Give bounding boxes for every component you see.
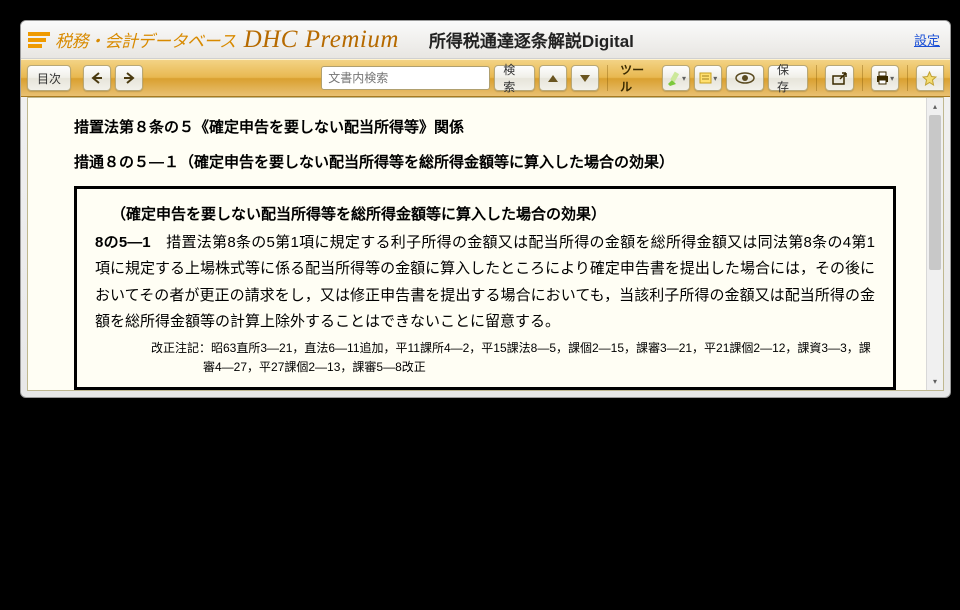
nav-forward-button[interactable]: [115, 65, 143, 91]
revision-note: 改正注記：昭63直所3―21，直法6―11追加，平11課所4―2，平15課法8―…: [175, 339, 875, 377]
article-body: 8の5―1 措置法第8条の5第1項に規定する利子所得の金額又は配当所得の金額を総…: [95, 230, 875, 335]
dropdown-caret-icon: ▾: [713, 74, 717, 83]
scroll-down-button[interactable]: ▾: [927, 373, 943, 390]
note-button[interactable]: ▾: [694, 65, 722, 91]
export-button[interactable]: [825, 65, 853, 91]
section-heading: 措置法第８条の５《確定申告を要しない配当所得等》関係: [74, 116, 896, 137]
view-mode-button[interactable]: [726, 65, 764, 91]
toolbar: 目次 検索 ツール ▾ ▾ 保存: [21, 59, 950, 97]
toc-button[interactable]: 目次: [27, 65, 71, 91]
toolbar-separator: [816, 65, 817, 91]
title-bar: 税務・会計データベース DHC Premium 所得税通達逐条解説Digital…: [21, 21, 950, 59]
app-window: 税務・会計データベース DHC Premium 所得税通達逐条解説Digital…: [20, 20, 951, 398]
article-title: （確定申告を要しない配当所得等を総所得金額等に算入した場合の効果）: [111, 203, 875, 224]
toolbar-separator: [862, 65, 863, 91]
next-result-button[interactable]: [571, 65, 599, 91]
bookmark-button[interactable]: [916, 65, 944, 91]
scroll-thumb[interactable]: [929, 115, 941, 270]
tools-label: ツール: [616, 61, 658, 95]
save-button[interactable]: 保存: [768, 65, 809, 91]
doc-search-input[interactable]: [321, 66, 490, 90]
prev-result-button[interactable]: [539, 65, 567, 91]
dropdown-caret-icon: ▾: [890, 74, 894, 83]
highlighter-button[interactable]: ▾: [662, 65, 690, 91]
app-logo-icon: [27, 28, 51, 52]
vertical-scrollbar[interactable]: ▴ ▾: [926, 98, 943, 390]
print-button[interactable]: ▾: [871, 65, 899, 91]
article-text: 措置法第8条の5第1項に規定する利子所得の金額又は配当所得の金額を総所得金額又は…: [95, 234, 875, 330]
document-body: 措置法第８条の５《確定申告を要しない配当所得等》関係 措通８の５―１（確定申告を…: [28, 98, 926, 390]
toolbar-separator: [607, 65, 608, 91]
toc-label: 目次: [37, 70, 61, 87]
settings-link[interactable]: 設定: [914, 30, 940, 49]
nav-back-button[interactable]: [83, 65, 111, 91]
brand-text-premium: DHC Premium: [244, 26, 399, 54]
subsection-heading: 措通８の５―１（確定申告を要しない配当所得等を総所得金額等に算入した場合の効果）: [74, 151, 896, 172]
scroll-up-button[interactable]: ▴: [927, 98, 943, 115]
triangle-down-icon: [580, 75, 590, 82]
scroll-track[interactable]: [927, 115, 943, 373]
toolbar-separator: [907, 65, 908, 91]
search-button[interactable]: 検索: [494, 65, 535, 91]
article-number: 8の5―1: [95, 234, 151, 251]
dropdown-caret-icon: ▾: [682, 74, 686, 83]
page-title: 所得税通達逐条解説Digital: [429, 27, 634, 52]
brand-text-tax: 税務・会計データベース: [55, 27, 236, 52]
save-label: 保存: [777, 61, 800, 95]
search-label: 検索: [503, 61, 526, 95]
triangle-up-icon: [548, 75, 558, 82]
content-area: 措置法第８条の５《確定申告を要しない配当所得等》関係 措通８の５―１（確定申告を…: [27, 97, 944, 391]
article-box: （確定申告を要しない配当所得等を総所得金額等に算入した場合の効果） 8の5―1 …: [74, 186, 896, 390]
